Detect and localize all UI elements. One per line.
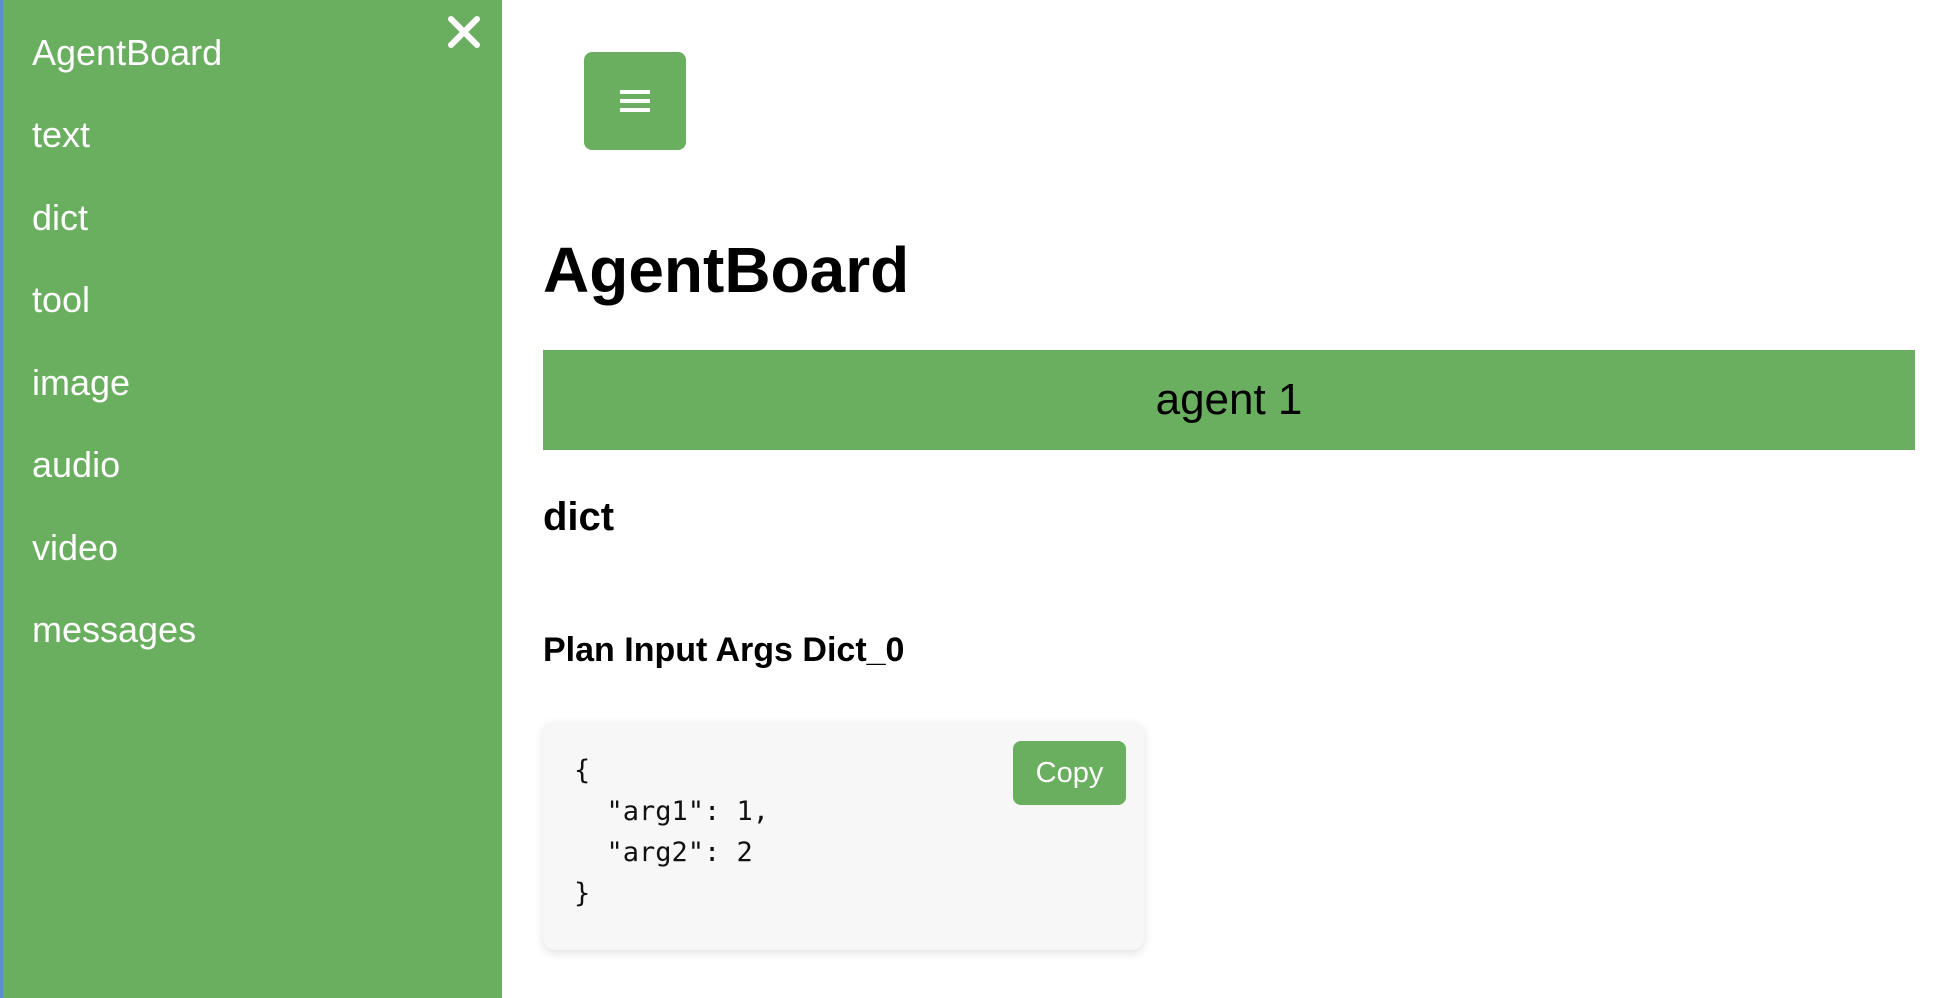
code-block[interactable]: { "arg1": 1, "arg2": 2 } Copy [543,722,1144,950]
sidebar: AgentBoard text dict tool image audio vi… [0,0,502,998]
copy-button[interactable]: Copy [1013,741,1126,805]
sidebar-item-audio[interactable]: audio [32,443,120,487]
sidebar-item-video[interactable]: video [32,526,118,570]
code-content: { "arg1": 1, "arg2": 2 } [574,755,770,909]
sidebar-item-messages[interactable]: messages [32,608,196,652]
menu-toggle-button[interactable] [584,52,686,150]
close-sidebar-button[interactable] [444,12,484,52]
sidebar-item-image[interactable]: image [32,361,130,405]
sidebar-item-tool[interactable]: tool [32,278,90,322]
page-title: AgentBoard [543,234,910,306]
section-heading: dict [543,495,615,539]
close-icon [448,16,480,48]
sidebar-item-dict[interactable]: dict [32,196,88,240]
item-heading: Plan Input Args Dict_0 [543,631,905,669]
agent-tab[interactable]: agent 1 [543,350,1915,450]
hamburger-menu-icon [620,90,650,112]
main-content: AgentBoard agent 1 dict Plan Input Args … [502,0,1940,998]
agent-tab-label: agent 1 [1155,375,1303,424]
sidebar-item-agentboard[interactable]: AgentBoard [32,31,222,75]
sidebar-item-text[interactable]: text [32,113,90,157]
